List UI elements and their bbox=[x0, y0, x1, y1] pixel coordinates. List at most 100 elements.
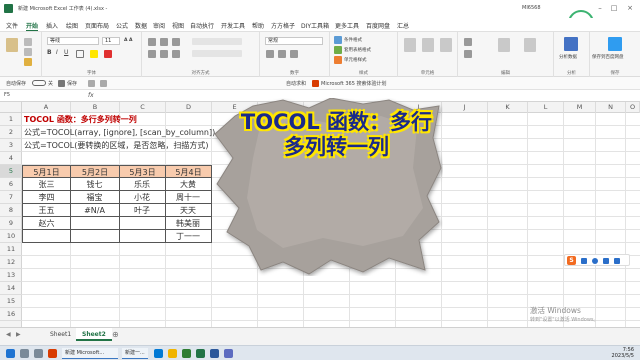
minimize-icon[interactable]: – bbox=[594, 3, 606, 13]
office-icon[interactable] bbox=[48, 349, 57, 358]
redo-icon[interactable] bbox=[100, 80, 107, 87]
fill-icon[interactable] bbox=[464, 50, 472, 58]
edge-icon[interactable] bbox=[154, 349, 163, 358]
search-icon[interactable] bbox=[20, 349, 29, 358]
cut-icon[interactable] bbox=[24, 38, 32, 46]
column-header[interactable]: K bbox=[488, 102, 528, 113]
table-format-label[interactable]: 套用表格格式 bbox=[344, 47, 371, 53]
prev-sheet-icon[interactable]: ◀ bbox=[6, 331, 11, 338]
align-bottom-icon[interactable] bbox=[172, 38, 180, 46]
tab-fangfangezi[interactable]: 方方格子 bbox=[271, 21, 295, 30]
data-cell[interactable]: 叶子 bbox=[119, 204, 166, 217]
formula-syntax-cell[interactable]: 公式=TOCOL(array, [ignore], [scan_by_colum… bbox=[24, 126, 215, 139]
tab-help[interactable]: 帮助 bbox=[252, 21, 264, 30]
insert-cells-icon[interactable] bbox=[404, 38, 416, 52]
header-cell[interactable]: 5月3日 bbox=[119, 165, 166, 178]
data-cell[interactable] bbox=[119, 230, 166, 243]
fill-color-icon[interactable] bbox=[90, 50, 98, 58]
sogou-ime-bar[interactable]: S bbox=[564, 254, 630, 266]
name-box[interactable]: F5 bbox=[4, 92, 44, 100]
tab-file[interactable]: 文件 bbox=[6, 21, 18, 30]
font-name-select[interactable]: 等线 bbox=[47, 37, 99, 45]
data-cell[interactable]: 丁一一 bbox=[165, 230, 212, 243]
tab-automate[interactable]: 自动执行 bbox=[190, 21, 214, 30]
column-header[interactable]: C bbox=[120, 102, 166, 113]
find-select-icon[interactable] bbox=[524, 38, 536, 52]
data-cell[interactable]: 天天 bbox=[165, 204, 212, 217]
ime-keyboard-icon[interactable] bbox=[614, 258, 620, 264]
align-left-icon[interactable] bbox=[148, 50, 156, 58]
delete-cells-icon[interactable] bbox=[422, 38, 434, 52]
underline-icon[interactable]: U bbox=[64, 49, 68, 56]
tab-developer[interactable]: 开发工具 bbox=[221, 21, 245, 30]
data-cell[interactable] bbox=[22, 230, 71, 243]
ime-mode-icon[interactable] bbox=[581, 258, 587, 264]
column-header[interactable]: A bbox=[22, 102, 71, 113]
align-middle-icon[interactable] bbox=[160, 38, 168, 46]
tab-baidu-netdisk[interactable]: 百度网盘 bbox=[366, 21, 390, 30]
data-cell[interactable] bbox=[70, 217, 120, 230]
data-cell[interactable]: 周十一 bbox=[165, 191, 212, 204]
conditional-format-label[interactable]: 条件格式 bbox=[344, 37, 362, 43]
column-header[interactable]: N bbox=[596, 102, 626, 113]
formula-desc-cell[interactable]: 公式=TOCOL(要转换的区域，是否忽略，扫描方式) bbox=[24, 139, 208, 152]
autosum-quick-label[interactable]: 自动求和 bbox=[286, 80, 306, 87]
tab-data[interactable]: 数据 bbox=[135, 21, 147, 30]
taskbar-excel-window-2[interactable]: 新建一... bbox=[122, 348, 148, 359]
row-header[interactable]: 12 bbox=[0, 256, 22, 269]
save-label[interactable]: 保存 bbox=[67, 80, 77, 87]
column-header[interactable]: D bbox=[166, 102, 212, 113]
ime-punct-icon[interactable] bbox=[592, 258, 598, 264]
next-sheet-icon[interactable]: ▶ bbox=[16, 331, 21, 338]
row-header[interactable]: 11 bbox=[0, 243, 22, 256]
percent-icon[interactable] bbox=[278, 50, 286, 58]
data-cell[interactable]: 钱七 bbox=[70, 178, 120, 191]
data-cell[interactable]: 乐乐 bbox=[119, 178, 166, 191]
undo-icon[interactable] bbox=[88, 80, 95, 87]
row-header[interactable]: 2 bbox=[0, 126, 22, 139]
bold-icon[interactable]: B bbox=[47, 49, 52, 56]
add-sheet-icon[interactable]: ⊕ bbox=[112, 330, 119, 339]
row-header[interactable]: 10 bbox=[0, 230, 22, 243]
align-top-icon[interactable] bbox=[148, 38, 156, 46]
tab-draw[interactable]: 绘图 bbox=[66, 21, 78, 30]
header-cell[interactable]: 5月1日 bbox=[22, 165, 71, 178]
row-header[interactable]: 8 bbox=[0, 204, 22, 217]
font-color-icon[interactable] bbox=[104, 50, 112, 58]
number-format-select[interactable]: 常规 bbox=[265, 37, 323, 45]
tab-diy-toolbox[interactable]: DIY工具箱 bbox=[301, 21, 329, 30]
sheet-tab[interactable]: Sheet1 bbox=[44, 328, 77, 341]
wrap-text-button[interactable] bbox=[192, 38, 242, 45]
tab-review[interactable]: 审阅 bbox=[153, 21, 165, 30]
row-header[interactable]: 15 bbox=[0, 295, 22, 308]
close-icon[interactable]: × bbox=[624, 3, 636, 13]
copy-icon[interactable] bbox=[24, 48, 32, 56]
save-icon[interactable] bbox=[58, 80, 65, 87]
ime-voice-icon[interactable] bbox=[603, 258, 609, 264]
tab-home[interactable]: 开始 bbox=[26, 21, 39, 31]
data-cell[interactable]: 小花 bbox=[119, 191, 166, 204]
app-taskbar-icon[interactable] bbox=[224, 349, 233, 358]
row-header[interactable]: 16 bbox=[0, 308, 22, 321]
conditional-format-icon[interactable] bbox=[334, 36, 342, 44]
row-header[interactable]: 14 bbox=[0, 282, 22, 295]
baidu-save-label[interactable]: 保存到百度网盘 bbox=[592, 54, 624, 60]
border-icon[interactable] bbox=[76, 50, 84, 58]
sogou-logo-icon[interactable]: S bbox=[567, 256, 576, 265]
m365-label[interactable]: Microsoft 365 搜索体验计划 bbox=[321, 80, 386, 87]
row-header[interactable]: 3 bbox=[0, 139, 22, 152]
row-header[interactable]: 1 bbox=[0, 113, 22, 126]
tab-page-layout[interactable]: 页面布局 bbox=[85, 21, 109, 30]
select-all-button[interactable] bbox=[0, 102, 22, 113]
table-format-icon[interactable] bbox=[334, 46, 342, 54]
header-cell[interactable]: 5月4日 bbox=[165, 165, 212, 178]
row-header[interactable]: 9 bbox=[0, 217, 22, 230]
data-cell[interactable]: 张三 bbox=[22, 178, 71, 191]
baidu-netdisk-icon[interactable] bbox=[608, 37, 622, 51]
start-icon[interactable] bbox=[6, 349, 15, 358]
data-cell[interactable]: #N/A bbox=[70, 204, 120, 217]
format-painter-icon[interactable] bbox=[24, 58, 32, 66]
currency-icon[interactable] bbox=[266, 50, 274, 58]
cell-style-label[interactable]: 单元格样式 bbox=[344, 57, 367, 63]
tab-formulas[interactable]: 公式 bbox=[116, 21, 128, 30]
